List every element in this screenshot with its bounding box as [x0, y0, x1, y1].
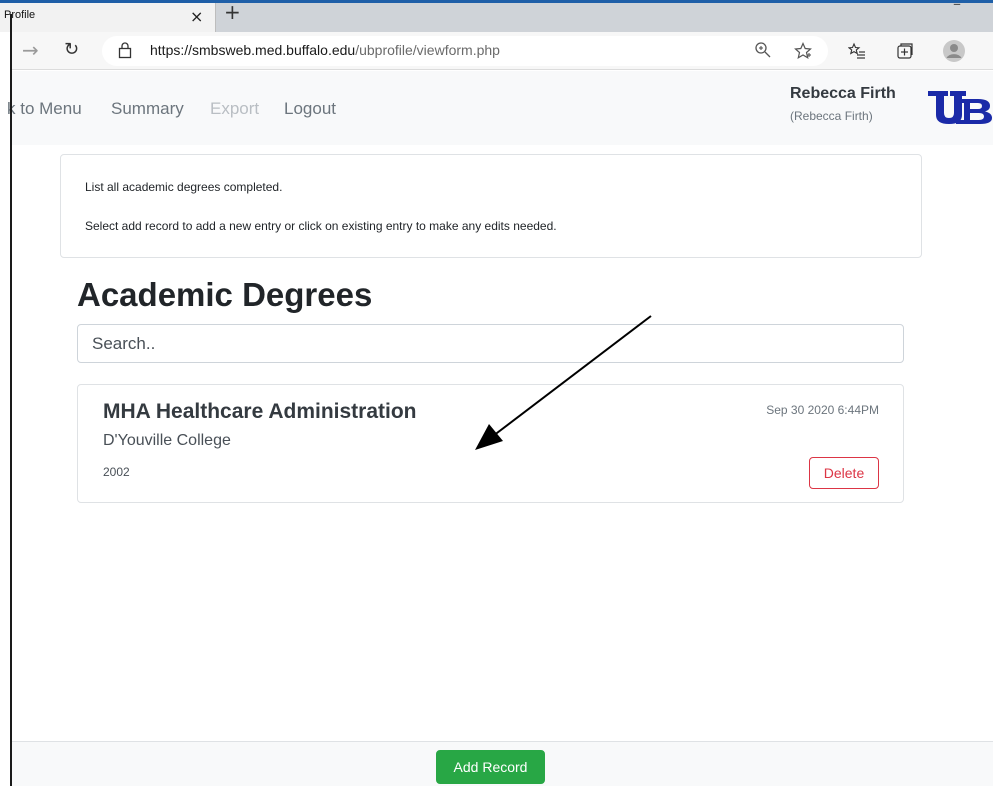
favorites-list-icon[interactable]: [848, 42, 866, 60]
instructions-line-1: List all academic degrees completed.: [85, 180, 283, 194]
zoom-icon[interactable]: [754, 41, 772, 59]
record-timestamp: Sep 30 2020 6:44PM: [766, 403, 879, 417]
lock-icon: [118, 42, 132, 59]
browser-tab-strip: Profile × + –: [0, 0, 993, 32]
footer-bar: Add Record: [12, 741, 993, 786]
nav-back-to-menu-link[interactable]: k to Menu: [7, 99, 82, 119]
new-tab-icon[interactable]: +: [224, 0, 241, 24]
browser-toolbar: → ↻ https://smbsweb.med.buffalo.edu/ubpr…: [12, 32, 993, 70]
ub-logo-icon: [928, 91, 992, 124]
degree-school: D'Youville College: [103, 432, 231, 449]
favorite-star-icon[interactable]: [794, 42, 812, 60]
profile-icon[interactable]: [942, 39, 966, 63]
page-title: Academic Degrees: [77, 276, 373, 313]
user-name: Rebecca Firth: [790, 85, 896, 102]
add-record-button[interactable]: Add Record: [436, 750, 545, 784]
tab-title: Profile: [4, 9, 36, 21]
nav-logout-link[interactable]: Logout: [284, 99, 336, 119]
degree-year: 2002: [103, 465, 130, 479]
degree-record-card[interactable]: MHA Healthcare Administration D'Youville…: [77, 384, 904, 503]
app-navbar: k to Menu Summary Export Logout Rebecca …: [7, 71, 993, 145]
window-frame-left: [10, 14, 12, 786]
user-sub-name: (Rebecca Firth): [790, 109, 873, 123]
instructions-line-2: Select add record to add a new entry or …: [85, 219, 557, 233]
url-text[interactable]: https://smbsweb.med.buffalo.edu/ubprofil…: [150, 42, 500, 58]
refresh-icon[interactable]: ↻: [64, 39, 79, 60]
delete-button[interactable]: Delete: [809, 457, 879, 489]
nav-export-link: Export: [210, 99, 260, 118]
nav-summary-link[interactable]: Summary: [111, 99, 184, 119]
collections-icon[interactable]: [896, 42, 914, 60]
browser-tab[interactable]: Profile ×: [0, 3, 216, 32]
search-input[interactable]: [77, 324, 904, 363]
url-path: /ubprofile/viewform.php: [355, 42, 500, 58]
window-frame-top: [0, 0, 993, 3]
address-bar[interactable]: https://smbsweb.med.buffalo.edu/ubprofil…: [102, 36, 828, 66]
close-tab-icon[interactable]: ×: [190, 7, 203, 26]
forward-icon[interactable]: →: [22, 38, 39, 62]
degree-title: MHA Healthcare Administration: [103, 400, 417, 423]
url-host: https://smbsweb.med.buffalo.edu: [150, 42, 356, 58]
instructions-card: List all academic degrees completed. Sel…: [60, 154, 922, 258]
